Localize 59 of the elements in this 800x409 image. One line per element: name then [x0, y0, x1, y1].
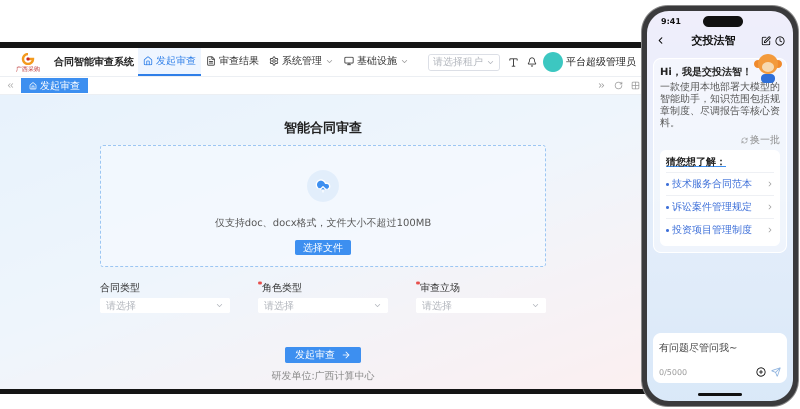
home-icon: [143, 56, 153, 66]
caret-icon: [531, 301, 540, 310]
chat-input[interactable]: 有问题尽管问我~ 0/5000: [653, 333, 787, 383]
suggestion-title: 猜您想了解：: [666, 156, 727, 169]
dynamic-island: [702, 16, 743, 26]
bell-icon[interactable]: [527, 57, 537, 67]
settings-icon: [269, 56, 279, 66]
history-icon[interactable]: [775, 36, 785, 46]
select-field[interactable]: 请选择: [416, 298, 546, 313]
user-name: 平台超级管理员: [566, 56, 636, 69]
caret-icon: [373, 301, 382, 310]
field-label: 审查立场: [416, 281, 546, 295]
caret-icon: [215, 301, 224, 310]
grid-icon[interactable]: [631, 81, 640, 90]
upload-area[interactable]: 仅支持doc、docx格式，文件大小不超过100MB 选择文件: [100, 145, 546, 267]
field-label: 合同类型: [100, 282, 141, 295]
field-label: 角色类型: [258, 281, 388, 295]
chat-title: 交投法智: [692, 33, 736, 48]
home-indicator: [698, 393, 742, 396]
select-field[interactable]: 请选择: [258, 298, 388, 313]
bullet-icon: [666, 182, 669, 186]
document-icon: [206, 56, 216, 66]
choose-file-button[interactable]: 选择文件: [295, 240, 351, 255]
refresh-icon: [741, 136, 748, 144]
scroll-right-icon[interactable]: [597, 81, 606, 90]
page-title: 智能合同审查: [284, 120, 362, 137]
input-placeholder: 有问题尽管问我~: [659, 342, 738, 355]
submit-button[interactable]: 发起审查: [285, 347, 361, 363]
refresh-link[interactable]: 换一批: [660, 133, 780, 147]
page-tag[interactable]: 发起审查: [21, 78, 88, 93]
arrow-icon: [341, 350, 351, 360]
nav-tab[interactable]: 审查结果: [201, 48, 264, 76]
bullet-icon: [666, 228, 669, 232]
refresh-icon[interactable]: [614, 81, 623, 90]
char-counter: 0/5000: [659, 368, 688, 376]
nav-tab[interactable]: 发起审查: [138, 48, 201, 76]
suggestion-item[interactable]: 诉讼案件管理规定: [666, 195, 774, 218]
footer-text: 研发单位:广西计算中心: [271, 370, 375, 383]
tenant-select[interactable]: 请选择租户: [428, 54, 500, 70]
edit-icon[interactable]: [761, 36, 771, 46]
suggestion-item[interactable]: 投资项目管理制度: [666, 218, 774, 241]
add-icon[interactable]: [756, 367, 766, 377]
status-time: 9:41: [661, 16, 681, 26]
greeting-text: Hi，我是交投法智！: [660, 65, 753, 79]
upload-hint: 仅支持doc、docx格式，文件大小不超过100MB: [214, 216, 432, 230]
chevron-icon: [766, 203, 774, 211]
chevron-icon: [766, 180, 774, 188]
logo-icon: [21, 52, 35, 64]
chevron-icon: [766, 226, 774, 234]
upload-cloud-icon: [307, 170, 339, 202]
app-title: 合同智能审查系统: [54, 55, 134, 69]
nav-tab[interactable]: 系统管理: [264, 48, 339, 76]
home-icon: [29, 82, 37, 90]
bullet-icon: [666, 206, 669, 208]
monitor-icon: [344, 56, 354, 66]
text-size-icon[interactable]: [508, 56, 519, 68]
select-field[interactable]: 请选择: [100, 298, 230, 313]
nav-tab[interactable]: 基础设施: [339, 48, 414, 76]
suggestion-item[interactable]: 技术服务合同范本: [666, 172, 774, 195]
